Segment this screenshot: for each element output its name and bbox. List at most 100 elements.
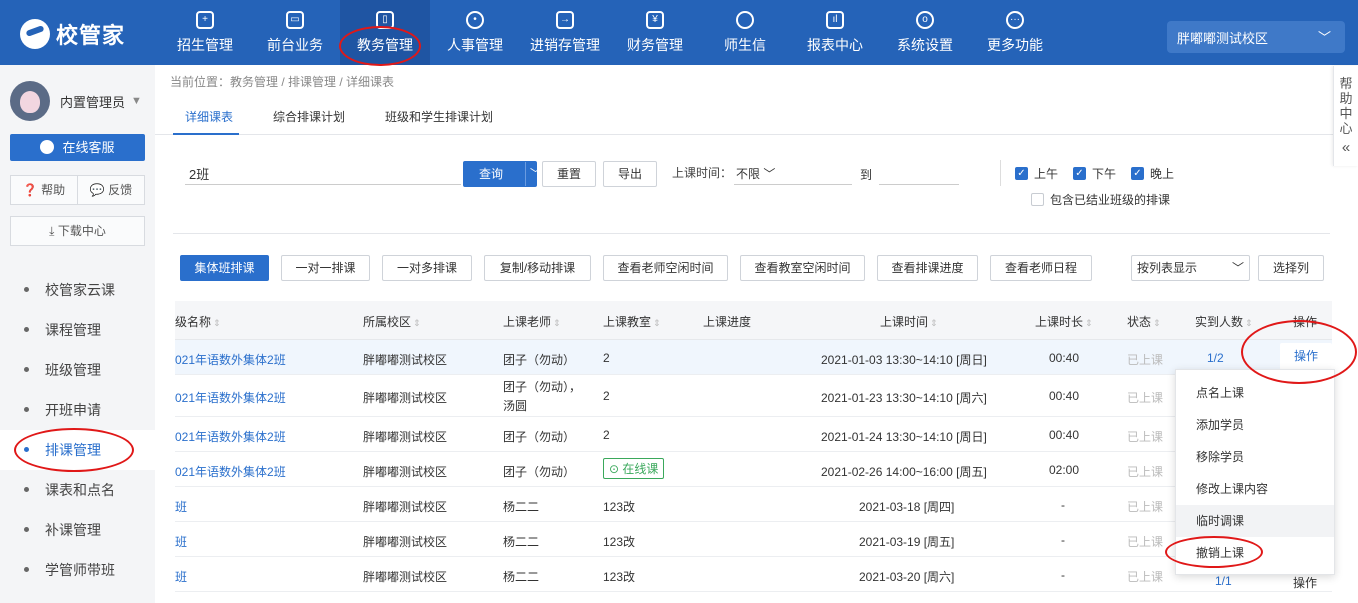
search-input[interactable]: 2班 — [185, 161, 461, 185]
nav-item-more[interactable]: ··· 更多功能 — [970, 0, 1060, 65]
one-to-one-schedule-button[interactable]: 一对一排课 — [281, 255, 370, 281]
room-free-time-button[interactable]: 查看教室空闲时间 — [740, 255, 865, 281]
header-attendance[interactable]: 实到人数 ⇕ — [1195, 313, 1253, 330]
copy-move-schedule-button[interactable]: 复制/移动排课 — [484, 255, 591, 281]
table-row: 021年语数外集体2班 胖嘟嘟测试校区 团子（勿动） ⊙ 在线课 2021-02… — [175, 452, 1332, 487]
header-campus[interactable]: 所属校区 ⇕ — [363, 313, 421, 330]
sidebar-item-cloud-class[interactable]: 校管家云课 — [0, 270, 155, 310]
nav-item-finance[interactable]: ¥ 财务管理 — [610, 0, 700, 65]
nav-item-front-desk[interactable]: ▭ 前台业务 — [250, 0, 340, 65]
export-button[interactable]: 导出 — [603, 161, 657, 187]
help-center-float[interactable]: 帮 助 中 心 « — [1333, 66, 1358, 166]
attendance-link[interactable]: 1/2 — [1207, 351, 1224, 365]
teacher-cell: 杨二二 — [503, 500, 540, 514]
sidebar-item-tutor[interactable]: 学管师带班 — [0, 550, 155, 590]
class-name-link[interactable]: 班 — [175, 498, 187, 515]
menu-item-remove-student[interactable]: 移除学员 — [1176, 441, 1334, 473]
main-nav: + 招生管理 ▭ 前台业务 ▯ 教务管理 • 人事管理 → 进销存管理 ¥ 财务管理 师生信… — [160, 0, 1060, 65]
nav-item-inventory[interactable]: → 进销存管理 — [520, 0, 610, 65]
caret-down-icon: ▼ — [131, 95, 142, 107]
include-graduated-checkbox[interactable]: 包含已结业班级的排课 — [1031, 191, 1170, 208]
nav-item-hr[interactable]: • 人事管理 — [430, 0, 520, 65]
annotation-circle-sidebar — [14, 428, 134, 472]
avatar — [10, 81, 50, 121]
header-teacher[interactable]: 上课老师 ⇕ — [503, 313, 561, 330]
display-mode-select[interactable]: 按列表显示 ﹀ — [1131, 255, 1250, 281]
reset-button[interactable]: 重置 — [542, 161, 596, 187]
menu-item-edit-content[interactable]: 修改上课内容 — [1176, 473, 1334, 505]
class-name-link[interactable]: 班 — [175, 533, 187, 550]
nav-item-settings[interactable]: o 系统设置 — [880, 0, 970, 65]
display-mode-value: 按列表显示 — [1137, 261, 1198, 275]
brand-logo[interactable]: 校管家 — [20, 18, 125, 50]
morning-checkbox[interactable]: ✓ 上午 — [1015, 165, 1058, 182]
group-schedule-button[interactable]: 集体班排课 — [180, 255, 269, 281]
one-to-many-schedule-button[interactable]: 一对多排课 — [382, 255, 472, 281]
status-cell: 已上课 — [1127, 465, 1164, 479]
download-center-button[interactable]: ⤓ 下载中心 — [10, 216, 145, 246]
feedback-button[interactable]: 💬 反馈 — [78, 176, 144, 204]
time-cell: 2021-01-03 13:30~14:10 [周日] — [821, 353, 987, 367]
time-filter-label: 上课时间： — [672, 166, 733, 180]
time-end-input[interactable] — [879, 161, 959, 185]
header-room[interactable]: 上课教室 ⇕ — [603, 313, 661, 330]
time-range-select[interactable]: 不限 ﹀ — [734, 161, 852, 185]
sidebar-item-class-open[interactable]: 开班申请 — [0, 390, 155, 430]
duration-cell: - — [1061, 498, 1065, 512]
chevron-down-icon[interactable]: ﹀ — [530, 162, 541, 186]
teacher-cell: 杨二二 — [503, 570, 540, 584]
person-plus-icon: + — [196, 10, 214, 29]
room-cell: 2 — [603, 389, 610, 403]
nav-item-enrollment[interactable]: + 招生管理 — [160, 0, 250, 65]
menu-item-reschedule[interactable]: 临时调课 — [1176, 505, 1334, 537]
help-button[interactable]: ❓ 帮助 — [11, 176, 78, 204]
class-name-link[interactable]: 021年语数外集体2班 — [175, 389, 286, 406]
user-menu[interactable]: 内置管理员 ▼ — [10, 81, 142, 121]
class-name-link[interactable]: 021年语数外集体2班 — [175, 428, 286, 445]
evening-checkbox[interactable]: ✓ 晚上 — [1131, 165, 1174, 182]
sidebar-item-makeup[interactable]: 补课管理 — [0, 510, 155, 550]
afternoon-checkbox[interactable]: ✓ 下午 — [1073, 165, 1116, 182]
query-button[interactable]: 查询 ﹀ — [463, 161, 541, 187]
nav-item-reports[interactable]: ıl 报表中心 — [790, 0, 880, 65]
duration-cell: - — [1061, 533, 1065, 547]
header-class-name[interactable]: 级名称 ⇕ — [175, 313, 221, 330]
sidebar-item-class[interactable]: 班级管理 — [0, 350, 155, 390]
feedback-label: 反馈 — [108, 183, 133, 197]
table-row: 班 胖嘟嘟测试校区 杨二二 123改 2021-03-19 [周五] - 已上课 — [175, 522, 1332, 557]
time-cell: 2021-01-23 13:30~14:10 [周六] — [821, 391, 987, 405]
operation-link[interactable]: 操作 — [1293, 574, 1317, 591]
duration-cell: 00:40 — [1049, 428, 1080, 442]
help-float-char: 帮 — [1339, 76, 1353, 91]
split-divider — [525, 162, 526, 186]
campus-selector[interactable]: 胖嘟嘟测试校区 ﹀ — [1167, 21, 1345, 53]
class-name-link[interactable]: 班 — [175, 568, 187, 585]
class-name-link[interactable]: 021年语数外集体2班 — [175, 351, 286, 368]
header-label: 所属校区 — [363, 315, 412, 329]
teacher-free-time-button[interactable]: 查看老师空闲时间 — [603, 255, 728, 281]
sidebar-item-label: 课程管理 — [45, 322, 101, 338]
class-name-link[interactable]: 021年语数外集体2班 — [175, 463, 286, 480]
online-service-button[interactable]: 在线客服 — [10, 134, 145, 161]
collapse-icon[interactable]: « — [1334, 140, 1358, 155]
room-cell: 123改 — [603, 500, 636, 514]
tab-class-student-plan[interactable]: 班级和学生排课计划 — [385, 108, 493, 125]
choose-columns-button[interactable]: 选择列 — [1258, 255, 1324, 281]
schedule-progress-button[interactable]: 查看排课进度 — [877, 255, 978, 281]
status-cell: 已上课 — [1127, 535, 1164, 549]
header-duration[interactable]: 上课时长 ⇕ — [1035, 313, 1093, 330]
header-status[interactable]: 状态 ⇕ — [1127, 313, 1161, 330]
teacher-calendar-button[interactable]: 查看老师日程 — [990, 255, 1092, 281]
divider — [173, 233, 1330, 234]
tab-detailed-schedule[interactable]: 详细课表 — [185, 108, 233, 125]
header-time[interactable]: 上课时间 ⇕ — [880, 313, 938, 330]
sidebar-item-course[interactable]: 课程管理 — [0, 310, 155, 350]
campus-cell: 胖嘟嘟测试校区 — [363, 391, 448, 405]
yen-icon: ¥ — [646, 10, 664, 29]
attendance-link[interactable]: 1/1 — [1215, 574, 1232, 588]
nav-item-messages[interactable]: 师生信 — [700, 0, 790, 65]
menu-item-add-student[interactable]: 添加学员 — [1176, 409, 1334, 441]
duration-cell: - — [1061, 568, 1065, 582]
sidebar-item-timetable[interactable]: 课表和点名 — [0, 470, 155, 510]
tab-overall-plan[interactable]: 综合排课计划 — [273, 108, 345, 125]
